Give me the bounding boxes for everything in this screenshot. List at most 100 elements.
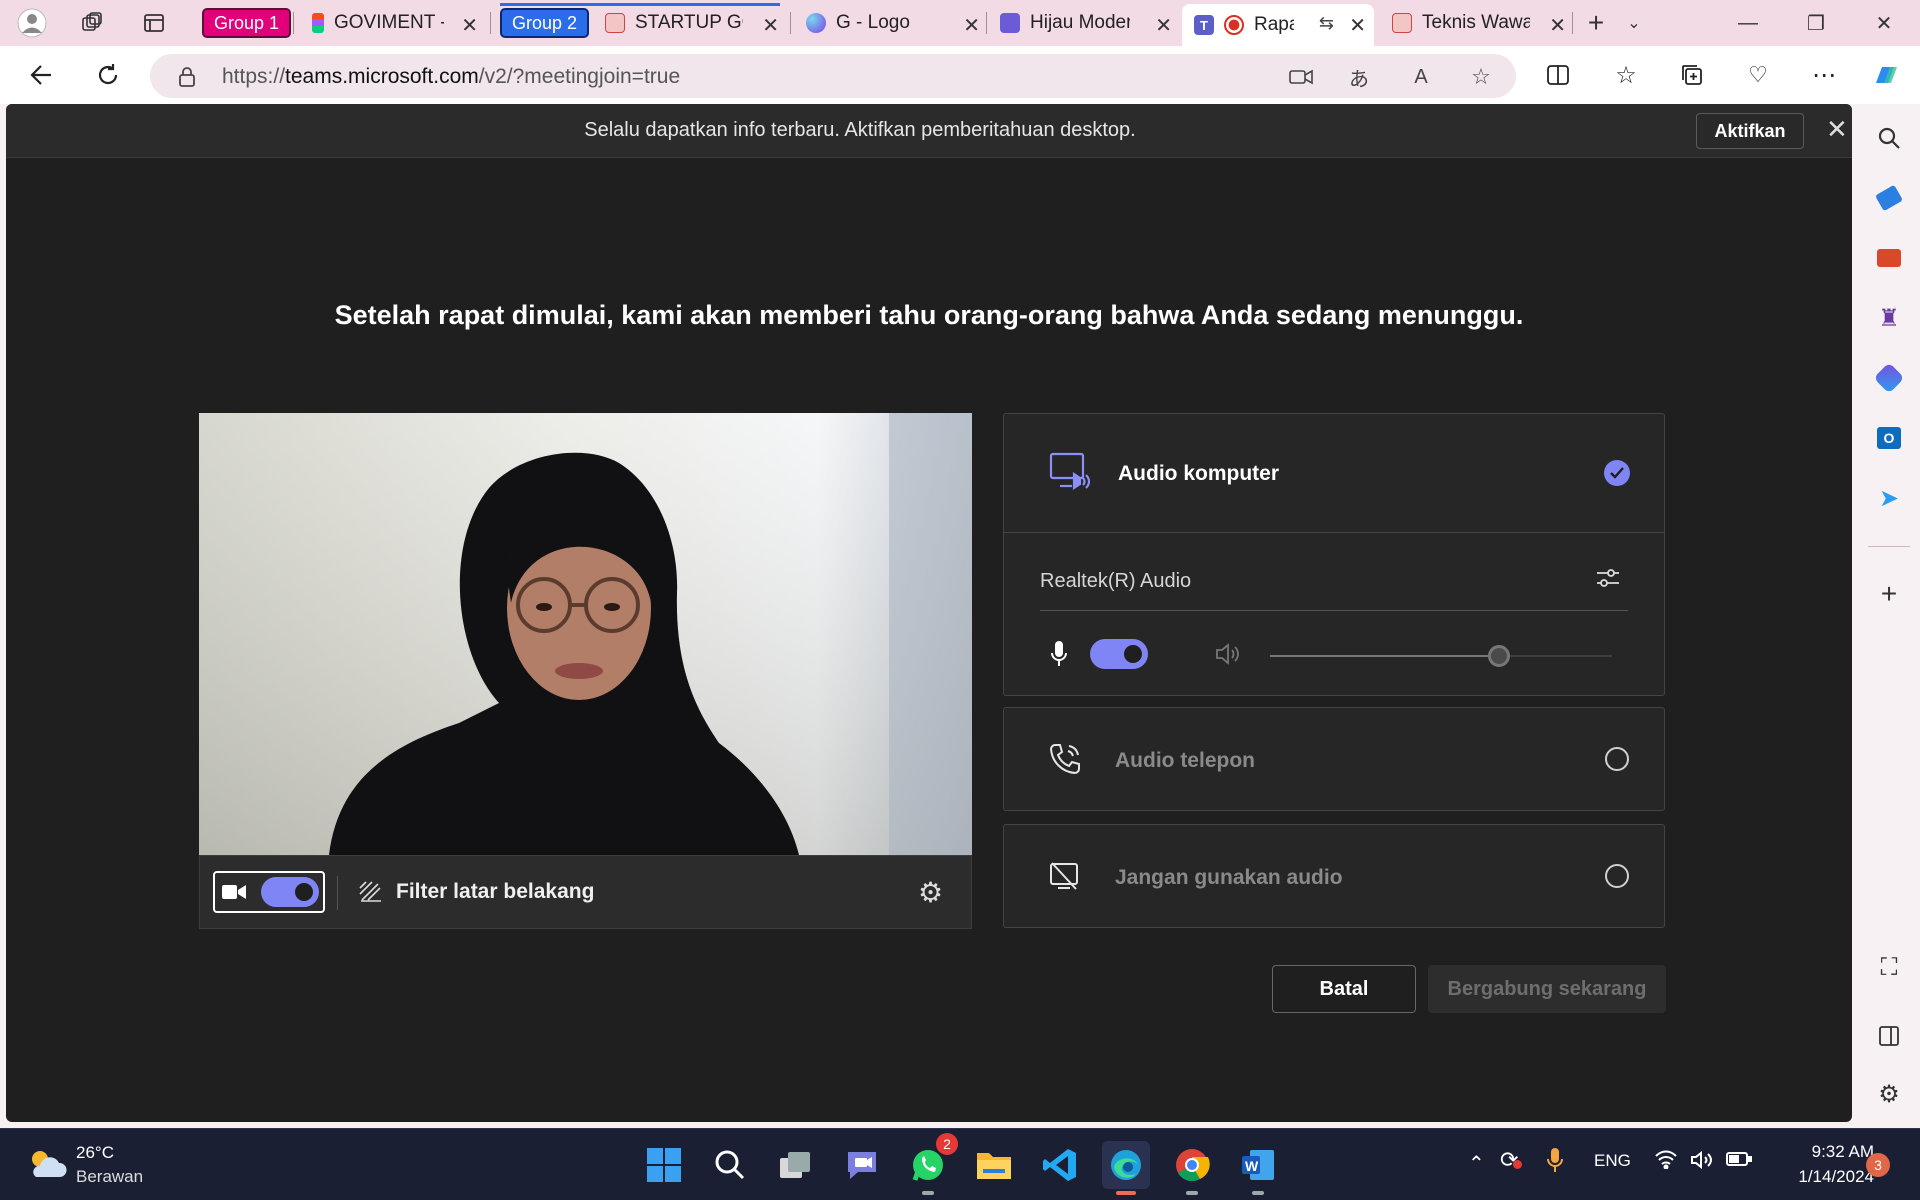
tray-overflow-chevron-icon[interactable]: ⌃ [1468,1151,1485,1176]
url-text[interactable]: https://teams.microsoft.com/v2/?meetingj… [222,65,680,89]
tab-hijau-modern[interactable]: Hijau Moder ✕ [1000,4,1178,42]
hide-sidebar-icon[interactable] [1873,1020,1905,1052]
favorite-star-icon[interactable]: ☆ [1468,64,1494,90]
add-sidebar-app-icon[interactable]: + [1873,578,1905,610]
tab-actions-icon[interactable] [138,7,170,39]
whatsapp-icon[interactable]: 2 [904,1133,958,1195]
device-settings-icon[interactable]: ⚙ [918,876,943,909]
task-view-icon[interactable] [772,1141,820,1189]
url-host: teams.microsoft.com [285,65,479,88]
close-window-icon[interactable]: ✕ [1850,0,1918,46]
mute-tab-icon[interactable]: ⇆ [1319,13,1334,34]
tab-startup[interactable]: STARTUP GC ✕ [605,4,785,42]
tab-g-logo[interactable]: G - Logo ✕ [806,4,986,42]
close-tab-icon[interactable]: ✕ [963,13,980,38]
search-icon[interactable] [1873,122,1905,154]
chrome-icon[interactable] [1168,1141,1216,1195]
restore-icon[interactable]: ❐ [1782,0,1850,46]
camera-feed-image [199,413,972,855]
cancel-button[interactable]: Batal [1272,965,1416,1013]
word-icon[interactable]: W [1234,1141,1282,1195]
volume-icon[interactable] [1690,1149,1714,1176]
outlook-icon[interactable]: O [1873,422,1905,454]
refresh-icon[interactable] [90,57,126,93]
close-tab-icon[interactable]: ✕ [762,13,779,38]
workspaces-icon[interactable] [76,7,108,39]
clock-time[interactable]: 9:32 AM [1780,1142,1874,1162]
tab-group-1-text: Group 1 [214,12,280,33]
input-language[interactable]: ENG [1594,1151,1631,1171]
lock-icon[interactable] [174,64,200,90]
favorites-icon[interactable]: ☆ [1608,57,1644,93]
taskbar-search-icon[interactable] [706,1141,754,1189]
close-banner-icon[interactable]: ✕ [1826,114,1848,145]
tools-icon[interactable] [1873,242,1905,274]
close-tab-icon[interactable]: ✕ [1155,13,1172,38]
phone-audio-label: Audio telepon [1115,749,1255,772]
phone-audio-card[interactable]: Audio telepon [1003,707,1665,811]
computer-audio-card[interactable]: Audio komputer Realtek(R) Audio [1003,413,1665,696]
close-tab-icon[interactable]: ✕ [1549,13,1566,38]
microphone-toggle[interactable] [1090,639,1148,669]
profile-avatar-icon[interactable] [16,7,48,39]
tab-list-chevron-icon[interactable]: ⌄ [1618,7,1650,39]
waiting-headline: Setelah rapat dimulai, kami akan memberi… [334,300,1524,330]
read-aloud-icon[interactable]: A [1408,64,1434,90]
games-icon[interactable]: ♜ [1873,302,1905,334]
enable-notifications-button[interactable]: Aktifkan [1696,113,1804,149]
browser-essentials-icon[interactable]: ♡ [1740,57,1776,93]
new-tab-icon[interactable]: + [1580,7,1612,39]
start-windows-icon[interactable] [640,1141,688,1189]
weather-temp[interactable]: 26°C [76,1143,114,1163]
no-audio-card[interactable]: Jangan gunakan audio [1003,824,1665,928]
shopping-tag-icon[interactable] [1873,182,1905,214]
more-options-icon[interactable]: ⋯ [1806,57,1842,93]
tab-teknis[interactable]: Teknis Wawa ✕ [1392,4,1572,42]
copilot-icon[interactable] [1868,57,1904,93]
translate-icon[interactable]: あ [1346,64,1372,91]
speaker-volume-slider[interactable] [1270,645,1612,667]
running-indicator [1116,1191,1136,1195]
drop-send-icon[interactable]: ➤ [1873,482,1905,514]
audio-device-name[interactable]: Realtek(R) Audio [1040,570,1191,593]
battery-icon[interactable] [1726,1151,1752,1172]
camera-permission-icon[interactable] [1288,64,1314,90]
teams-chat-icon[interactable] [838,1141,886,1189]
edge-browser-icon[interactable] [1102,1141,1150,1195]
close-tab-icon[interactable]: ✕ [1349,13,1366,38]
notification-count-badge[interactable]: 3 [1866,1153,1890,1177]
close-tab-icon[interactable]: ✕ [461,13,478,38]
wifi-icon[interactable] [1654,1149,1678,1174]
background-filter-icon[interactable] [358,880,384,909]
notification-message: Selalu dapatkan info terbaru. Aktifkan p… [584,119,1136,141]
collections-icon[interactable] [1674,57,1710,93]
tab-group-1-label[interactable]: Group 1 [202,8,292,38]
sync-status-icon[interactable]: ⟳ [1500,1147,1523,1173]
audio-settings-sliders-icon[interactable] [1594,564,1622,597]
back-arrow-icon[interactable] [24,57,60,93]
phone-audio-radio[interactable] [1605,747,1629,771]
tab-group-2-label[interactable]: Group 2 [500,8,590,38]
sidebar-settings-icon[interactable]: ⚙ [1873,1078,1905,1110]
no-audio-radio[interactable] [1605,864,1629,888]
microsoft-365-icon[interactable] [1873,362,1905,394]
join-now-button[interactable]: Bergabung sekarang [1428,965,1666,1013]
tab-rapat-active[interactable]: T Rapat s ⇆ ✕ [1182,4,1374,46]
tab-goviment[interactable]: GOVIMENT - ✕ [306,4,484,42]
background-filter-label[interactable]: Filter latar belakang [396,880,594,904]
vscode-icon[interactable] [1036,1141,1084,1189]
weather-cloud-icon[interactable] [26,1147,68,1186]
split-screen-icon[interactable] [1540,57,1576,93]
sidebar-divider [1868,546,1910,547]
clock-date[interactable]: 1/14/2024 [1764,1167,1874,1187]
camera-toggle[interactable] [261,877,319,907]
selected-check-icon[interactable] [1604,460,1630,486]
file-explorer-icon[interactable] [970,1141,1018,1189]
minimize-icon[interactable]: — [1714,0,1782,46]
weather-desc[interactable]: Berawan [76,1167,143,1187]
volume-thumb[interactable] [1488,645,1511,667]
address-bar[interactable]: https://teams.microsoft.com/v2/?meetingj… [150,54,1516,98]
screenshot-icon[interactable]: ⛶ [1873,952,1905,984]
camera-toggle-group[interactable] [213,871,325,913]
tray-microphone-icon[interactable] [1546,1147,1564,1178]
